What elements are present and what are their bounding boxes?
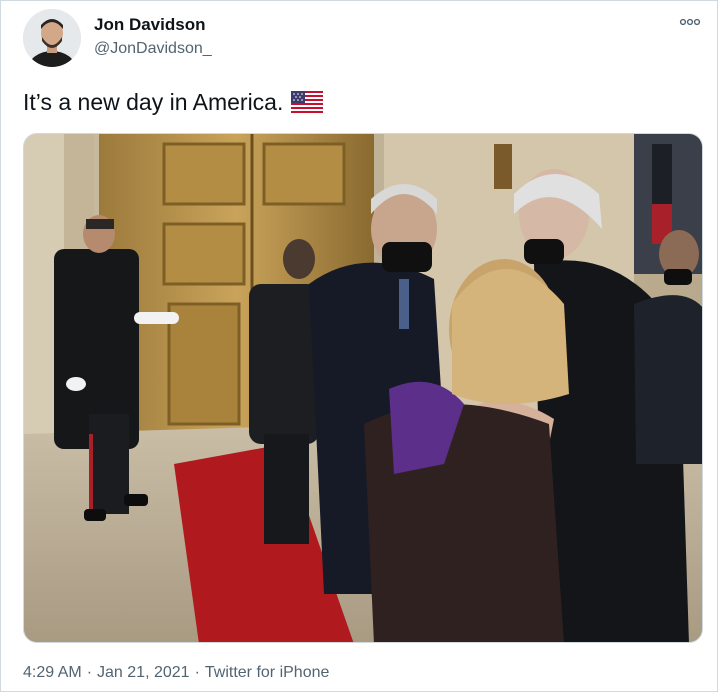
tweet-date[interactable]: Jan 21, 2021 [97,664,190,682]
more-options-icon[interactable] [679,15,701,29]
us-flag-icon [291,90,324,115]
avatar-photo [23,9,81,67]
tweet-text: It’s a new day in America. [23,89,284,115]
tweet-card: Jon Davidson @JonDavidson_ It’s a new da… [0,0,718,692]
meta-separator: · [194,664,200,681]
tweet-source[interactable]: Twitter for iPhone [205,664,330,682]
meta-separator: · [86,664,93,681]
tweet-photo[interactable] [23,133,703,643]
tweet-meta: 4:29 AM · Jan 21, 2021 · Twitter for iPh… [23,664,329,682]
author-avatar[interactable] [23,9,81,67]
author-display-name[interactable]: Jon Davidson [94,15,205,35]
tweet-body: It’s a new day in America. [23,89,324,116]
tweet-time[interactable]: 4:29 AM [23,664,82,682]
photo-scene [24,134,702,642]
author-handle[interactable]: @JonDavidson_ [94,40,212,58]
